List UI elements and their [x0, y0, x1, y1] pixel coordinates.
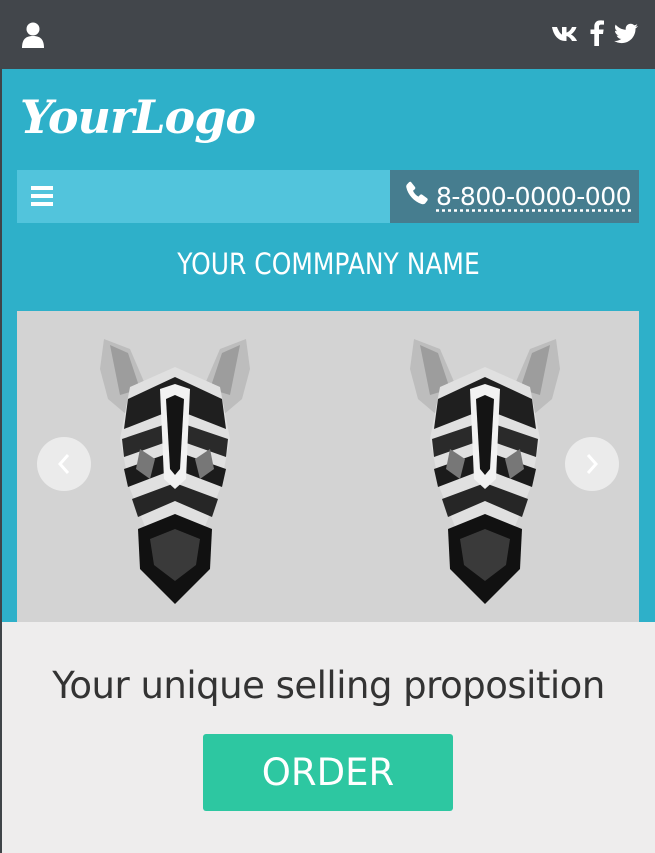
- zebra-image: [410, 339, 560, 604]
- hamburger-menu-icon[interactable]: [31, 186, 55, 206]
- slider-prev-button[interactable]: [37, 437, 91, 491]
- chevron-left-icon: [57, 454, 70, 474]
- phone-number-link[interactable]: 8-800-0000-000: [436, 182, 632, 211]
- image-slider: [17, 311, 639, 622]
- logo[interactable]: YourLogo: [20, 87, 256, 147]
- slider-next-button[interactable]: [565, 437, 619, 491]
- navbar: 8-800-0000-000: [17, 170, 639, 223]
- content-section: Your unique selling proposition ORDER: [2, 622, 655, 853]
- zebra-image: [100, 339, 250, 604]
- social-links: [551, 20, 639, 46]
- company-name: YOUR COMMPANY NAME: [177, 247, 480, 281]
- phone-icon: [406, 181, 428, 212]
- selling-proposition: Your unique selling proposition: [52, 664, 605, 707]
- facebook-icon[interactable]: [589, 20, 605, 46]
- top-bar: [0, 0, 655, 69]
- twitter-icon[interactable]: [613, 20, 639, 46]
- phone-block: 8-800-0000-000: [390, 170, 639, 223]
- header: YourLogo 8-800-0000-000 YOUR COMMPANY NA…: [2, 69, 655, 622]
- chevron-right-icon: [586, 454, 599, 474]
- vk-icon[interactable]: [551, 20, 581, 46]
- order-button[interactable]: ORDER: [203, 734, 453, 811]
- user-icon[interactable]: [22, 22, 44, 48]
